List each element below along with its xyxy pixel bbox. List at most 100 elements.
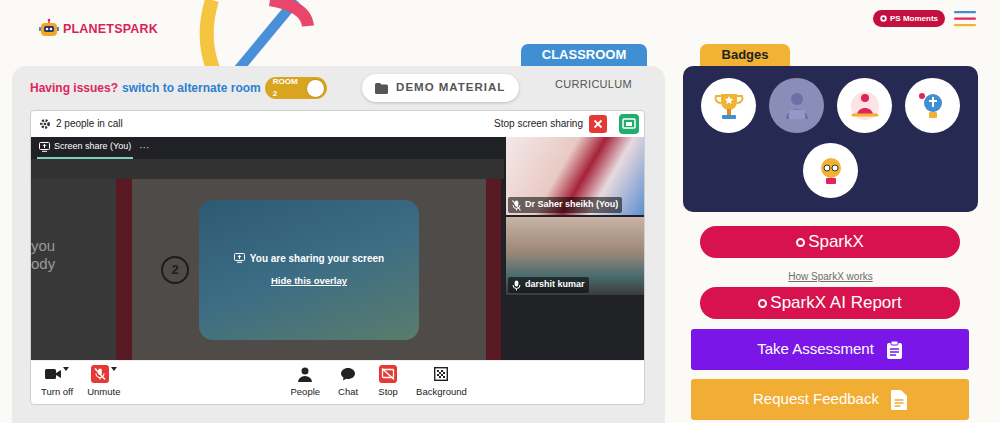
call-controls: Turn off Unmute People Chat Stop Background [31,360,644,404]
control-icon-row [379,365,397,383]
action-item: How SparkX works [683,267,978,285]
switch-room-link[interactable]: switch to alternate room [122,79,261,97]
stop-sharing-label[interactable]: Stop screen sharing [494,116,583,131]
badge[interactable] [803,143,858,198]
action-label: SparkX [808,229,864,255]
control-icon-row [45,365,69,383]
people-count: 2 people in call [56,116,123,131]
slide: youody2You are sharing your screenHide t… [31,179,504,360]
dropdown-caret-icon[interactable] [63,367,69,371]
control-button[interactable]: Stop [376,365,400,399]
issues-label: Having issues? [30,79,118,97]
share-controls: Stop screen sharing [494,114,639,134]
microphone-off-icon [91,365,109,383]
slide-line: you [31,237,116,255]
gear-icon[interactable] [39,118,51,130]
background-icon [434,367,448,381]
chat-icon [341,367,355,381]
badge[interactable] [701,78,756,133]
share-tab[interactable]: Screen share (You) [37,137,133,159]
overlay-text: You are sharing your screen [250,251,384,266]
control-label: Turn off [41,385,73,399]
robot-icon [38,18,60,40]
header: PLANETSPARK PS Moments [0,0,1000,44]
participant-name: darshit kumar [525,278,585,292]
room-toggle[interactable]: ROOM 2 [265,77,327,99]
microphone-off-icon [512,200,521,211]
classroom-panel: Having issues?switch to alternate roomRO… [12,66,665,423]
meeting-controls: People Chat Stop Background [290,365,466,399]
classroom-column: CLASSROOMHaving issues?switch to alterna… [12,44,665,423]
moments-label: PS Moments [890,13,938,25]
participant-label: darshit kumar [508,277,589,293]
idea-icon [913,86,953,126]
tab-row: CLASSROOM [12,44,665,66]
badge[interactable] [837,78,892,133]
slide-line: ody [31,255,116,273]
control-button[interactable]: Unmute [87,365,120,399]
menu-icon[interactable] [954,10,976,27]
slide-band [116,179,132,360]
control-label: Unmute [87,385,120,399]
demo-material-button[interactable]: DEMO MATERIAL [362,74,519,102]
header-actions: PS Moments [873,10,976,44]
logo-text: PLANETSPARK [63,20,158,39]
toggle-knob [307,80,323,97]
logo[interactable]: PLANETSPARK [38,14,158,44]
camera-icon [45,368,61,380]
close-icon[interactable] [589,115,607,133]
participant-tile[interactable]: Dr Saher sheikh (You) [506,137,644,215]
share-menu[interactable]: ··· [139,140,149,155]
slide-band [486,179,501,360]
meditation-icon [845,86,885,126]
screen-icon[interactable] [619,114,639,134]
trophy-icon [709,86,749,126]
help-link[interactable]: How SparkX works [683,267,978,285]
presenter-icon [777,86,817,126]
slide-text: youody [31,179,116,360]
badge[interactable] [905,78,960,133]
dropdown-caret-icon[interactable] [111,367,117,371]
control-icon-row [434,365,448,383]
control-button[interactable]: People [290,365,320,399]
control-icon-row [298,365,312,383]
hide-overlay-link[interactable]: Hide this overlay [271,274,347,288]
screen-share: Screen share (You) ··· youody2You are shar… [31,137,504,360]
bulb-icon [811,151,851,191]
participant-tile[interactable]: darshit kumar [506,217,644,295]
call-stage: Screen share (You) ··· youody2You are shar… [31,137,644,360]
sidebar-column: Badges SparkX How SparkX works SparkX AI Re… [683,44,978,423]
folder-icon [375,83,388,94]
classroom-toolbar: Having issues?switch to alternate roomRO… [30,66,645,110]
badge[interactable] [769,78,824,133]
classroom-tab[interactable]: CURRICULUM [555,76,632,93]
control-icon-row [91,365,117,383]
share-tab-label: Screen share (You) [54,140,131,154]
action-item: Take Assessment [683,329,978,370]
action-button[interactable]: SparkX AI Report [700,287,960,319]
share-screen-icon [39,142,50,152]
control-button[interactable]: Chat [336,365,360,399]
control-button[interactable]: Background [416,365,467,399]
share-screen-icon [234,253,245,263]
action-button[interactable]: SparkX [700,226,960,258]
video-call: 2 people in call Stop screen sharing Scree… [30,110,645,405]
participant-label: Dr Saher sheikh (You) [508,197,622,213]
participant-name: Dr Saher sheikh (You) [525,198,618,212]
control-label: Background [416,385,467,399]
share-tab-bar: Screen share (You) ··· [31,137,504,159]
document-icon [891,390,907,410]
moments-button[interactable]: PS Moments [873,10,945,27]
action-label: Request Feedback [753,388,879,411]
action-label: Take Assessment [757,338,874,361]
share-overlay: You are sharing your screen Hide this ove… [199,200,419,340]
participant-tiles: Dr Saher sheikh (You) darshit kumar [504,137,644,360]
control-button[interactable]: Turn off [41,365,73,399]
action-item: Request Feedback [683,379,978,420]
action-button[interactable]: Take Assessment [691,329,969,370]
action-button[interactable]: Request Feedback [691,379,969,420]
sparkx-icon [758,299,767,308]
badges-tab[interactable]: Badges [700,44,790,66]
classroom-tab[interactable]: CLASSROOM [521,44,647,66]
clipboard-icon [886,340,903,360]
